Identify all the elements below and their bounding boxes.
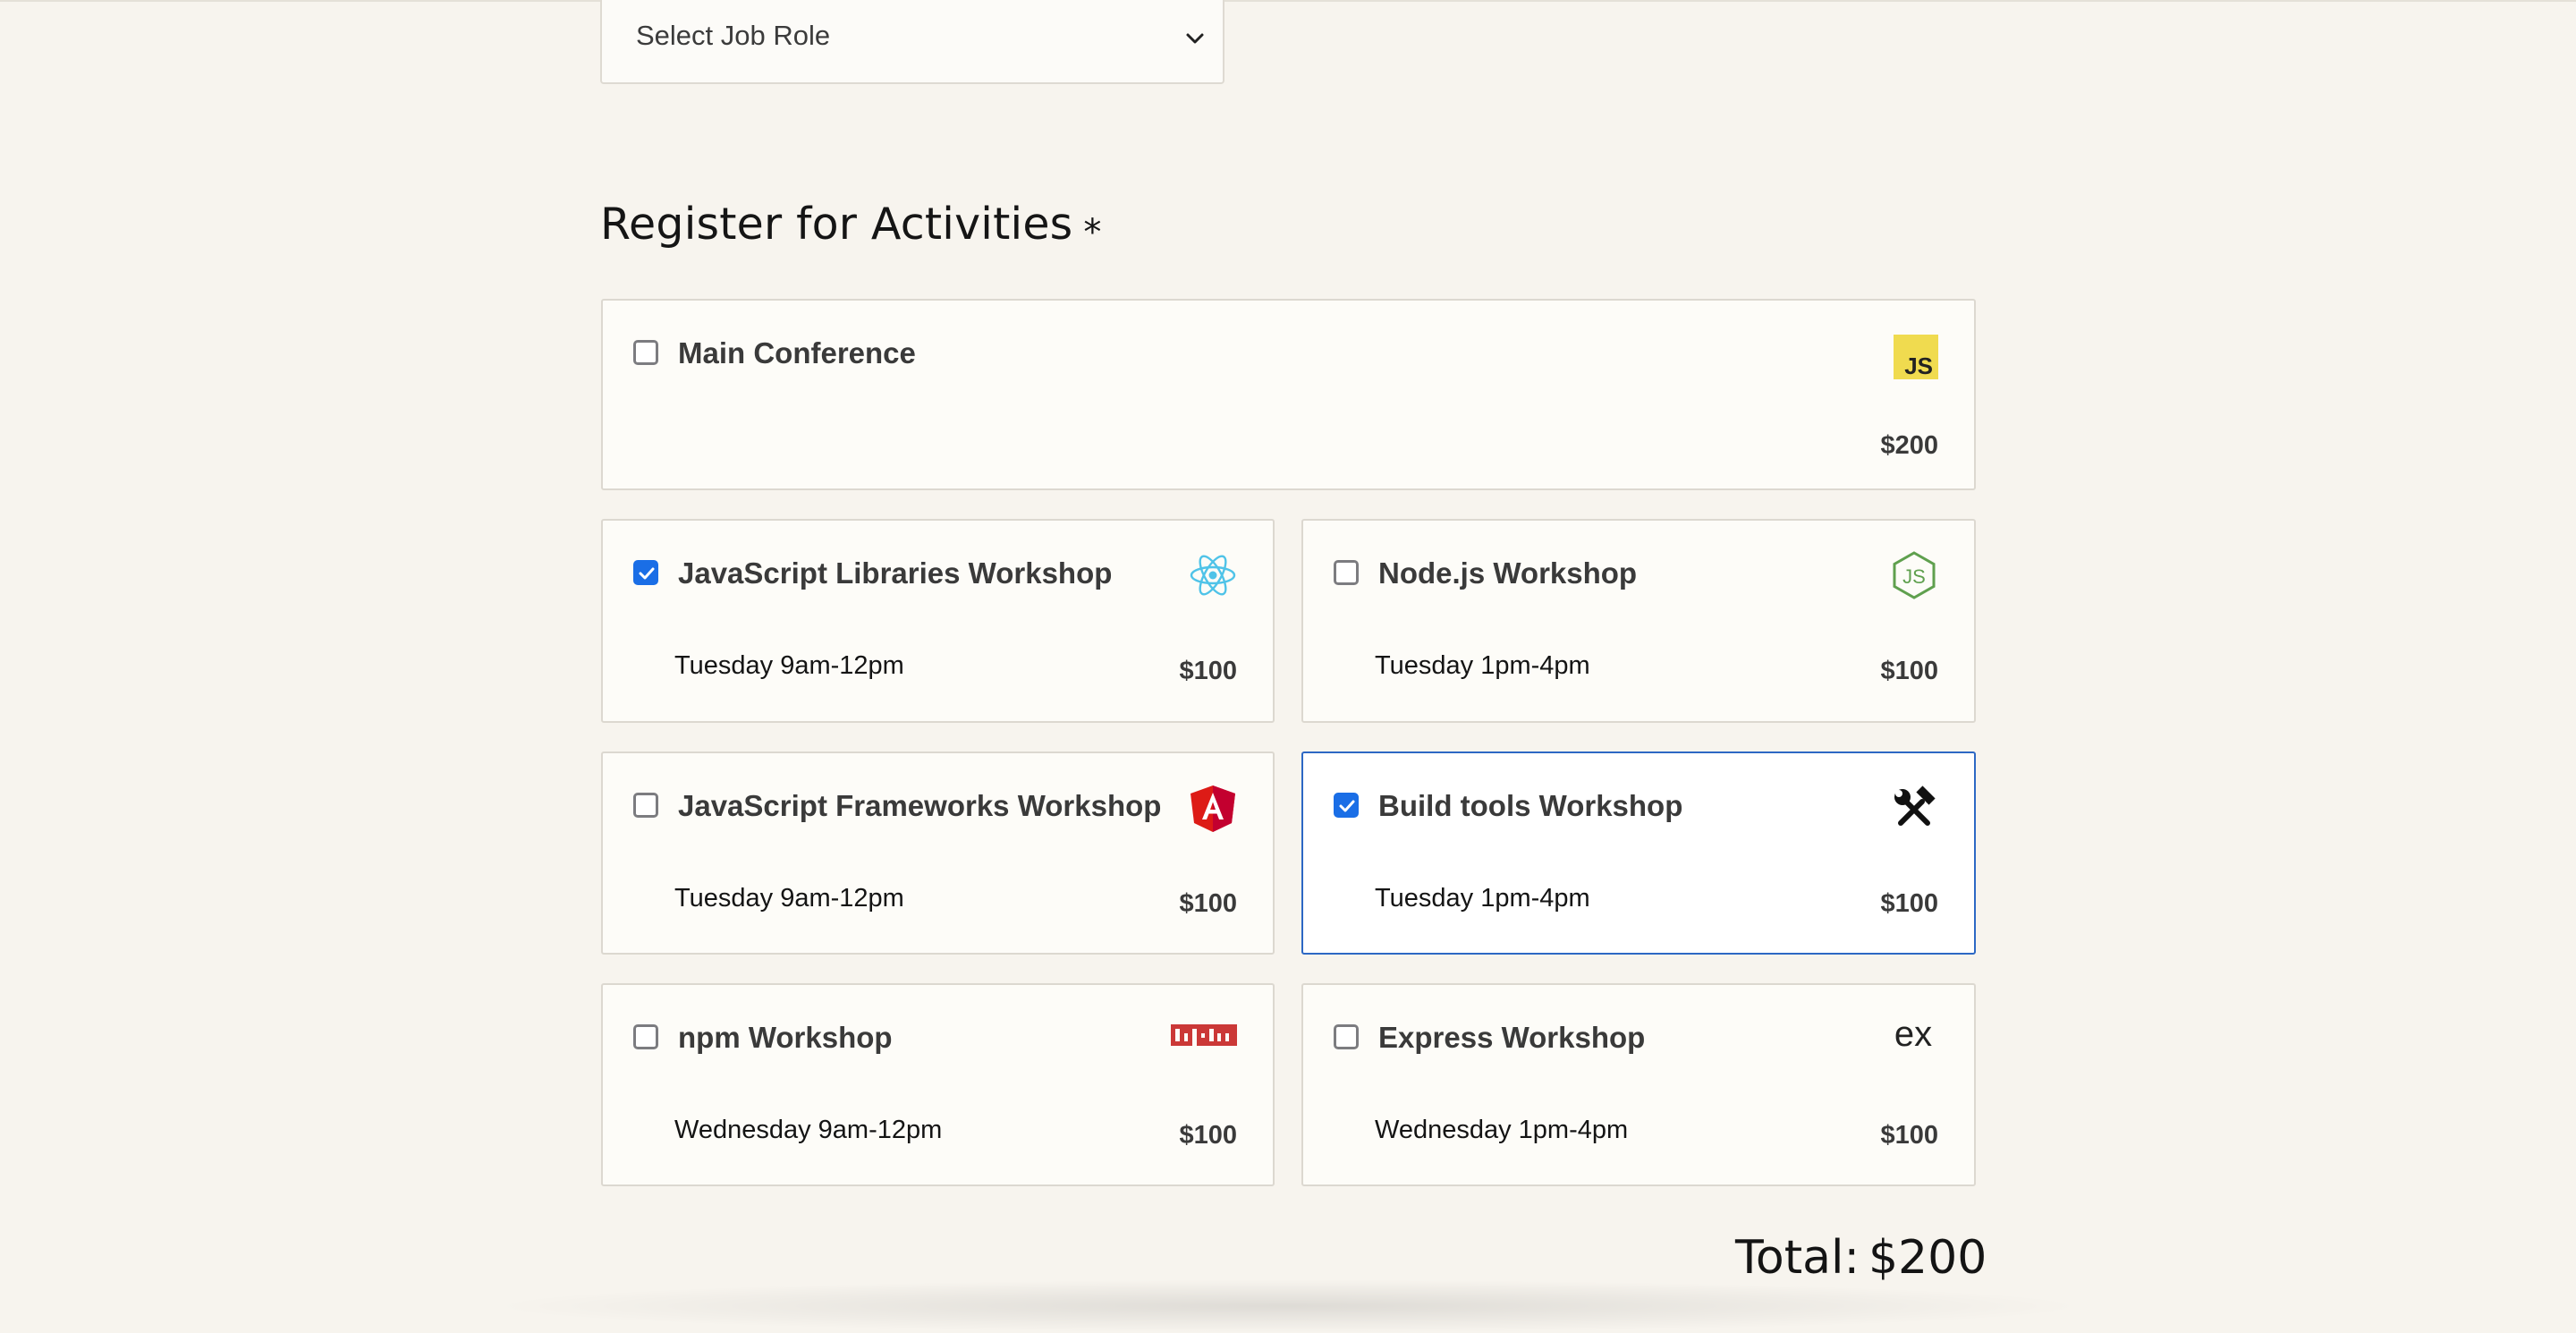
- activity-price: $100: [1179, 889, 1237, 918]
- svg-text:ex: ex: [1894, 1017, 1932, 1053]
- job-role-select[interactable]: Select Job Role: [600, 0, 1224, 84]
- activity-card-main-conference[interactable]: Main Conference JS $200: [601, 299, 1976, 490]
- activity-title: Node.js Workshop: [1378, 556, 1638, 590]
- activity-price: $100: [1880, 657, 1938, 685]
- activity-title: Main Conference: [678, 336, 916, 369]
- react-icon: [1190, 555, 1236, 596]
- activity-price: $100: [1179, 1121, 1237, 1150]
- npm-icon: [1171, 1024, 1237, 1046]
- nodejs-icon: JS: [1893, 551, 1936, 599]
- activity-time: Wednesday 1pm-4pm: [1375, 1116, 1629, 1144]
- total-amount: Total: $200: [1735, 1231, 1987, 1285]
- checkmark-icon: [639, 567, 655, 580]
- chevron-down-icon: [1186, 33, 1204, 44]
- express-icon: ex: [1894, 1017, 1932, 1053]
- nodejs-checkbox[interactable]: [1334, 560, 1359, 585]
- activity-price: $100: [1179, 657, 1237, 685]
- activity-title: npm Workshop: [678, 1021, 893, 1054]
- activity-time: Wednesday 9am-12pm: [674, 1116, 943, 1144]
- angular-icon: [1191, 785, 1235, 832]
- activity-card-npm[interactable]: npm Workshop Wednesday 9am-12pm $100: [601, 983, 1275, 1186]
- javascript-icon: JS: [1894, 335, 1938, 379]
- activity-time: Tuesday 9am-12pm: [674, 651, 904, 680]
- activities-heading: Register for Activities *: [600, 199, 1102, 253]
- activity-card-express[interactable]: Express Workshop ex Wednesday 1pm-4pm $1…: [1301, 983, 1976, 1186]
- job-role-select-value: Select Job Role: [636, 20, 831, 51]
- npm-checkbox[interactable]: [633, 1024, 658, 1049]
- activity-card-js-frameworks[interactable]: JavaScript Frameworks Workshop Tuesday 9…: [601, 751, 1275, 955]
- svg-text:JS: JS: [1904, 352, 1933, 379]
- checkmark-icon: [1339, 800, 1355, 812]
- activity-title: JavaScript Frameworks Workshop: [678, 789, 1162, 822]
- footer-shadow: [483, 1279, 2093, 1333]
- js-frameworks-checkbox[interactable]: [633, 793, 658, 818]
- activity-card-build-tools[interactable]: Build tools Workshop Tuesday 1pm-4pm $10…: [1301, 751, 1976, 955]
- activity-title: Express Workshop: [1378, 1021, 1646, 1054]
- required-asterisk: *: [1083, 212, 1102, 253]
- activity-title: Build tools Workshop: [1378, 789, 1683, 822]
- activity-price: $100: [1880, 889, 1938, 918]
- activity-card-nodejs[interactable]: Node.js Workshop JS Tuesday 1pm-4pm $100: [1301, 519, 1976, 723]
- express-checkbox[interactable]: [1334, 1024, 1359, 1049]
- build-tools-checkbox[interactable]: [1334, 793, 1359, 818]
- top-divider: [0, 0, 2576, 2]
- activity-card-js-libraries[interactable]: JavaScript Libraries Workshop Tuesday 9a…: [601, 519, 1275, 723]
- svg-text:JS: JS: [1902, 565, 1926, 588]
- activity-price: $200: [1880, 431, 1938, 460]
- activity-time: Tuesday 9am-12pm: [674, 884, 904, 913]
- activity-time: Tuesday 1pm-4pm: [1375, 884, 1590, 913]
- activity-time: Tuesday 1pm-4pm: [1375, 651, 1590, 680]
- main-conference-checkbox[interactable]: [633, 340, 658, 365]
- activity-title: JavaScript Libraries Workshop: [678, 556, 1113, 590]
- total-label: Total:: [1735, 1231, 1860, 1285]
- total-value: $200: [1868, 1231, 1987, 1285]
- hammer-wrench-icon: [1894, 785, 1936, 826]
- activity-price: $100: [1880, 1121, 1938, 1150]
- activities-heading-text: Register for Activities: [600, 199, 1073, 250]
- js-libraries-checkbox[interactable]: [633, 560, 658, 585]
